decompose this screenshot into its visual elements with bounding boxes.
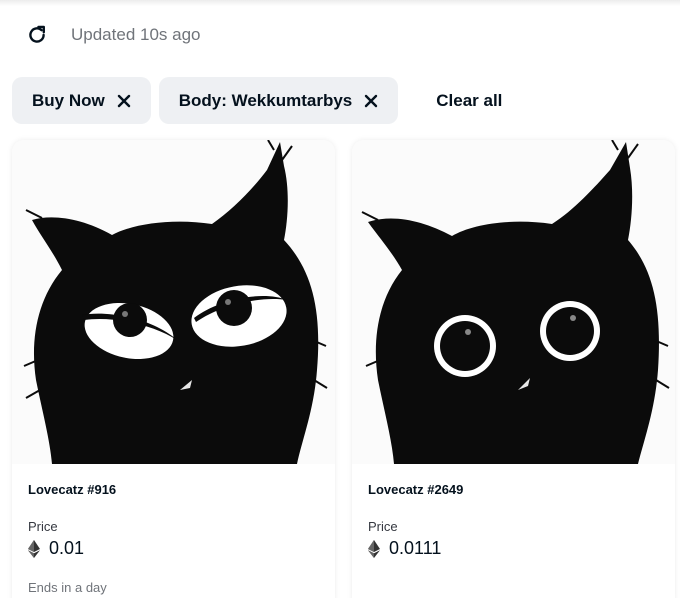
nft-card[interactable]: Lovecatz #2649 Price 0.0111	[352, 140, 675, 598]
updated-status-text: Updated 10s ago	[71, 25, 201, 44]
top-divider	[0, 0, 680, 6]
close-icon[interactable]	[364, 94, 378, 108]
card-body: Lovecatz #916 Price 0.01 Ends in a day	[12, 464, 335, 595]
nft-grid: Lovecatz #916 Price 0.01 Ends in a day L…	[12, 140, 680, 598]
nft-name: Lovecatz #2649	[368, 482, 464, 497]
close-icon[interactable]	[117, 94, 131, 108]
price-value: 0.0111	[389, 538, 442, 558]
refresh-icon	[29, 25, 45, 43]
ethereum-icon	[368, 539, 380, 558]
price-value: 0.01	[49, 538, 85, 558]
nft-image	[352, 140, 675, 464]
status-row: Updated 10s ago	[26, 22, 201, 48]
card-body: Lovecatz #2649 Price 0.0111	[352, 464, 675, 559]
filter-chip-label: Body: Wekkumtarbys	[178, 90, 353, 110]
refresh-button[interactable]	[26, 24, 48, 46]
filter-chip-buy-now[interactable]: Buy Now	[12, 77, 151, 124]
price-label: Price	[28, 519, 58, 534]
ethereum-icon	[28, 539, 40, 558]
price-label: Price	[368, 519, 398, 534]
nft-name: Lovecatz #916	[28, 482, 117, 497]
auction-end-text: Ends in a day	[28, 580, 107, 595]
filter-chip-label: Buy Now	[32, 90, 105, 110]
nft-card[interactable]: Lovecatz #916 Price 0.01 Ends in a day	[12, 140, 335, 598]
nft-image	[12, 140, 335, 464]
clear-all-button[interactable]: Clear all	[436, 91, 502, 111]
page: Updated 10s ago Buy Now Body: Wekkumtarb…	[0, 0, 680, 598]
price-row: 0.0111	[368, 538, 659, 559]
active-filters: Buy Now Body: Wekkumtarbys Clear all	[12, 77, 502, 124]
price-row: 0.01	[28, 538, 319, 559]
filter-chip-body[interactable]: Body: Wekkumtarbys	[158, 77, 399, 124]
